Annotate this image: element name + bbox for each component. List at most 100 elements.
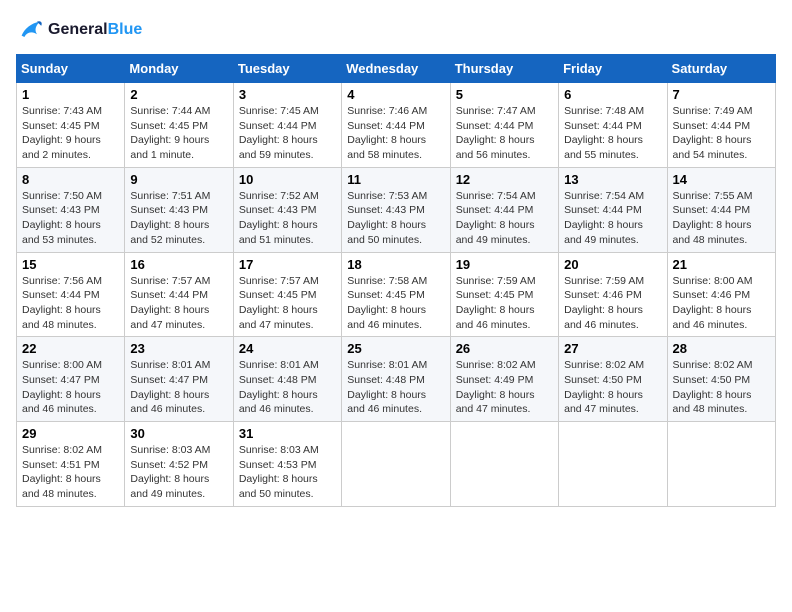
sunrise-label: Sunrise: 8:01 AM <box>130 359 210 371</box>
sunrise-label: Sunrise: 7:52 AM <box>239 190 319 202</box>
sunset-label: Sunset: 4:43 PM <box>130 204 208 216</box>
day-number: 30 <box>130 426 227 441</box>
sunrise-label: Sunrise: 7:54 AM <box>564 190 644 202</box>
calendar-day-cell: 27 Sunrise: 8:02 AM Sunset: 4:50 PM Dayl… <box>559 337 667 422</box>
sunset-label: Sunset: 4:44 PM <box>347 120 425 132</box>
sunrise-label: Sunrise: 7:44 AM <box>130 105 210 117</box>
daylight-label: Daylight: 8 hours and 46 minutes. <box>456 304 535 331</box>
day-info: Sunrise: 8:01 AM Sunset: 4:47 PM Dayligh… <box>130 358 227 417</box>
daylight-label: Daylight: 8 hours and 49 minutes. <box>564 219 643 246</box>
daylight-label: Daylight: 8 hours and 48 minutes. <box>673 389 752 416</box>
calendar-day-cell: 1 Sunrise: 7:43 AM Sunset: 4:45 PM Dayli… <box>17 83 125 168</box>
sunset-label: Sunset: 4:51 PM <box>22 459 100 471</box>
day-number: 5 <box>456 87 553 102</box>
calendar-day-cell: 19 Sunrise: 7:59 AM Sunset: 4:45 PM Dayl… <box>450 252 558 337</box>
sunset-label: Sunset: 4:48 PM <box>347 374 425 386</box>
sunset-label: Sunset: 4:44 PM <box>673 204 751 216</box>
day-number: 6 <box>564 87 661 102</box>
daylight-label: Daylight: 8 hours and 46 minutes. <box>239 389 318 416</box>
daylight-label: Daylight: 8 hours and 56 minutes. <box>456 134 535 161</box>
sunrise-label: Sunrise: 8:00 AM <box>22 359 102 371</box>
sunrise-label: Sunrise: 7:54 AM <box>456 190 536 202</box>
day-number: 12 <box>456 172 553 187</box>
sunrise-label: Sunrise: 7:58 AM <box>347 275 427 287</box>
sunset-label: Sunset: 4:45 PM <box>22 120 100 132</box>
sunrise-label: Sunrise: 8:00 AM <box>673 275 753 287</box>
calendar-week-row: 15 Sunrise: 7:56 AM Sunset: 4:44 PM Dayl… <box>17 252 776 337</box>
calendar-day-cell: 20 Sunrise: 7:59 AM Sunset: 4:46 PM Dayl… <box>559 252 667 337</box>
daylight-label: Daylight: 8 hours and 46 minutes. <box>564 304 643 331</box>
daylight-label: Daylight: 8 hours and 46 minutes. <box>22 389 101 416</box>
day-info: Sunrise: 7:45 AM Sunset: 4:44 PM Dayligh… <box>239 104 336 163</box>
day-number: 1 <box>22 87 119 102</box>
sunrise-label: Sunrise: 7:53 AM <box>347 190 427 202</box>
day-info: Sunrise: 7:54 AM Sunset: 4:44 PM Dayligh… <box>456 189 553 248</box>
day-number: 25 <box>347 341 444 356</box>
day-info: Sunrise: 8:01 AM Sunset: 4:48 PM Dayligh… <box>239 358 336 417</box>
day-number: 22 <box>22 341 119 356</box>
day-number: 13 <box>564 172 661 187</box>
daylight-label: Daylight: 8 hours and 50 minutes. <box>347 219 426 246</box>
day-number: 18 <box>347 257 444 272</box>
calendar-day-cell: 2 Sunrise: 7:44 AM Sunset: 4:45 PM Dayli… <box>125 83 233 168</box>
daylight-label: Daylight: 8 hours and 53 minutes. <box>22 219 101 246</box>
weekday-header: Wednesday <box>342 55 450 83</box>
sunrise-label: Sunrise: 8:02 AM <box>22 444 102 456</box>
calendar-day-cell: 6 Sunrise: 7:48 AM Sunset: 4:44 PM Dayli… <box>559 83 667 168</box>
day-info: Sunrise: 7:44 AM Sunset: 4:45 PM Dayligh… <box>130 104 227 163</box>
daylight-label: Daylight: 8 hours and 59 minutes. <box>239 134 318 161</box>
daylight-label: Daylight: 8 hours and 48 minutes. <box>673 219 752 246</box>
day-info: Sunrise: 8:02 AM Sunset: 4:50 PM Dayligh… <box>564 358 661 417</box>
day-number: 16 <box>130 257 227 272</box>
calendar-day-cell: 24 Sunrise: 8:01 AM Sunset: 4:48 PM Dayl… <box>233 337 341 422</box>
day-number: 14 <box>673 172 770 187</box>
calendar-day-cell: 30 Sunrise: 8:03 AM Sunset: 4:52 PM Dayl… <box>125 422 233 507</box>
weekday-header: Friday <box>559 55 667 83</box>
sunset-label: Sunset: 4:53 PM <box>239 459 317 471</box>
calendar-day-cell: 9 Sunrise: 7:51 AM Sunset: 4:43 PM Dayli… <box>125 167 233 252</box>
sunrise-label: Sunrise: 7:55 AM <box>673 190 753 202</box>
day-number: 2 <box>130 87 227 102</box>
calendar-day-cell: 3 Sunrise: 7:45 AM Sunset: 4:44 PM Dayli… <box>233 83 341 168</box>
day-number: 19 <box>456 257 553 272</box>
calendar-day-cell: 11 Sunrise: 7:53 AM Sunset: 4:43 PM Dayl… <box>342 167 450 252</box>
day-info: Sunrise: 7:43 AM Sunset: 4:45 PM Dayligh… <box>22 104 119 163</box>
calendar-day-cell: 13 Sunrise: 7:54 AM Sunset: 4:44 PM Dayl… <box>559 167 667 252</box>
day-number: 17 <box>239 257 336 272</box>
calendar-day-cell: 25 Sunrise: 8:01 AM Sunset: 4:48 PM Dayl… <box>342 337 450 422</box>
calendar-day-cell: 7 Sunrise: 7:49 AM Sunset: 4:44 PM Dayli… <box>667 83 775 168</box>
day-info: Sunrise: 7:51 AM Sunset: 4:43 PM Dayligh… <box>130 189 227 248</box>
day-info: Sunrise: 8:03 AM Sunset: 4:53 PM Dayligh… <box>239 443 336 502</box>
sunset-label: Sunset: 4:44 PM <box>22 289 100 301</box>
sunset-label: Sunset: 4:45 PM <box>239 289 317 301</box>
day-number: 11 <box>347 172 444 187</box>
sunrise-label: Sunrise: 8:02 AM <box>673 359 753 371</box>
day-number: 27 <box>564 341 661 356</box>
sunrise-label: Sunrise: 7:59 AM <box>564 275 644 287</box>
day-number: 10 <box>239 172 336 187</box>
day-number: 23 <box>130 341 227 356</box>
calendar-day-cell: 31 Sunrise: 8:03 AM Sunset: 4:53 PM Dayl… <box>233 422 341 507</box>
day-number: 15 <box>22 257 119 272</box>
calendar-header-row: SundayMondayTuesdayWednesdayThursdayFrid… <box>17 55 776 83</box>
day-info: Sunrise: 7:58 AM Sunset: 4:45 PM Dayligh… <box>347 274 444 333</box>
daylight-label: Daylight: 8 hours and 48 minutes. <box>22 473 101 500</box>
day-info: Sunrise: 8:01 AM Sunset: 4:48 PM Dayligh… <box>347 358 444 417</box>
sunset-label: Sunset: 4:46 PM <box>564 289 642 301</box>
day-info: Sunrise: 7:48 AM Sunset: 4:44 PM Dayligh… <box>564 104 661 163</box>
day-info: Sunrise: 7:54 AM Sunset: 4:44 PM Dayligh… <box>564 189 661 248</box>
sunrise-label: Sunrise: 7:57 AM <box>239 275 319 287</box>
sunrise-label: Sunrise: 7:56 AM <box>22 275 102 287</box>
day-number: 21 <box>673 257 770 272</box>
day-info: Sunrise: 8:00 AM Sunset: 4:47 PM Dayligh… <box>22 358 119 417</box>
day-info: Sunrise: 8:00 AM Sunset: 4:46 PM Dayligh… <box>673 274 770 333</box>
daylight-label: Daylight: 8 hours and 49 minutes. <box>456 219 535 246</box>
day-number: 29 <box>22 426 119 441</box>
day-number: 8 <box>22 172 119 187</box>
daylight-label: Daylight: 8 hours and 46 minutes. <box>347 389 426 416</box>
sunrise-label: Sunrise: 7:59 AM <box>456 275 536 287</box>
daylight-label: Daylight: 8 hours and 50 minutes. <box>239 473 318 500</box>
daylight-label: Daylight: 8 hours and 55 minutes. <box>564 134 643 161</box>
daylight-label: Daylight: 8 hours and 48 minutes. <box>22 304 101 331</box>
sunrise-label: Sunrise: 8:03 AM <box>239 444 319 456</box>
